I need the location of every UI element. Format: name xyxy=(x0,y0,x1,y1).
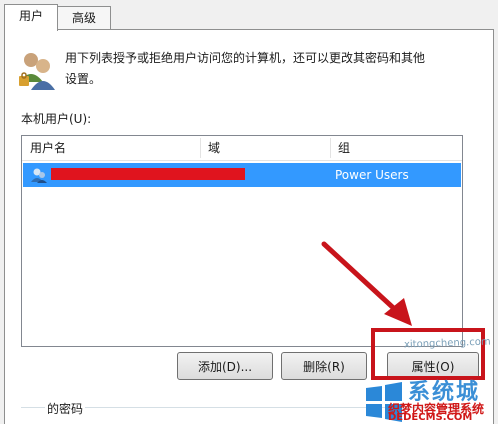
add-button[interactable]: 添加(D)... xyxy=(177,352,273,380)
tab-users[interactable]: 用户 xyxy=(4,4,58,31)
redacted-username xyxy=(51,168,245,180)
local-users-label: 本机用户(U): xyxy=(21,112,92,126)
description-line-2: 设置。 xyxy=(65,72,102,86)
users-listview[interactable]: 用户名 域 组 Power Users xyxy=(21,135,463,347)
column-domain[interactable]: 域 xyxy=(200,136,328,160)
password-group-label: 的密码 xyxy=(45,400,86,417)
row-group-cell: Power Users xyxy=(335,168,409,182)
tab-advanced[interactable]: 高级 xyxy=(57,6,111,29)
user-icon xyxy=(31,168,47,183)
description-line-1: 用下列表授予或拒绝用户访问您的计算机，还可以更改其密码和其他 xyxy=(65,51,426,65)
remove-button[interactable]: 删除(R) xyxy=(281,352,367,380)
tab-strip: 用户 高级 xyxy=(0,0,498,31)
users-icon xyxy=(19,53,55,90)
column-group[interactable]: 组 xyxy=(330,136,458,160)
column-username[interactable]: 用户名 xyxy=(22,136,200,160)
watermark-dedecms: DEDECMS.COM xyxy=(388,412,473,423)
listview-header: 用户名 域 组 xyxy=(22,136,462,161)
table-row[interactable]: Power Users xyxy=(23,163,461,187)
description-text: 用下列表授予或拒绝用户访问您的计算机，还可以更改其密码和其他 设置。 xyxy=(65,48,480,90)
users-panel: 用下列表授予或拒绝用户访问您的计算机，还可以更改其密码和其他 设置。 本机用户(… xyxy=(4,29,494,424)
